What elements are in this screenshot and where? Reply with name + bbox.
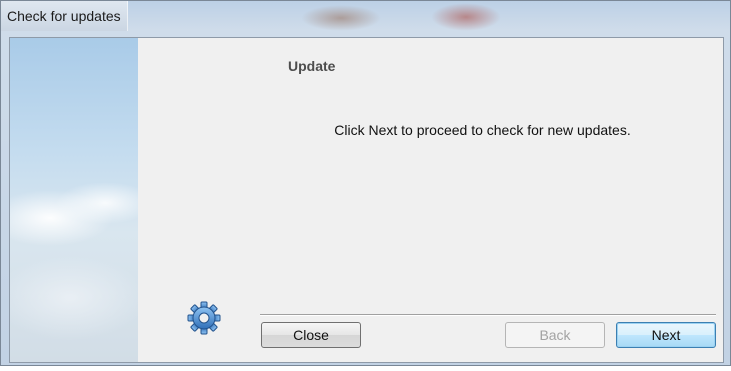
sky-banner-image [10,38,138,362]
title-bar-background-blur [431,3,501,31]
dialog-body: Update Click Next to proceed to check fo… [9,37,724,363]
title-bar-background-blur [301,5,381,31]
window-title: Check for updates [1,1,128,31]
title-bar[interactable]: Check for updates [1,1,730,37]
instruction-text: Click Next to proceed to check for new u… [334,122,631,138]
gear-icon [186,300,222,336]
button-divider [260,314,716,316]
page-heading: Update [288,58,336,74]
close-button[interactable]: Close [261,322,361,348]
back-button[interactable]: Back [505,322,605,348]
dialog-window: Check for updates Update Click Next to p… [0,0,731,366]
next-button[interactable]: Next [616,322,716,348]
